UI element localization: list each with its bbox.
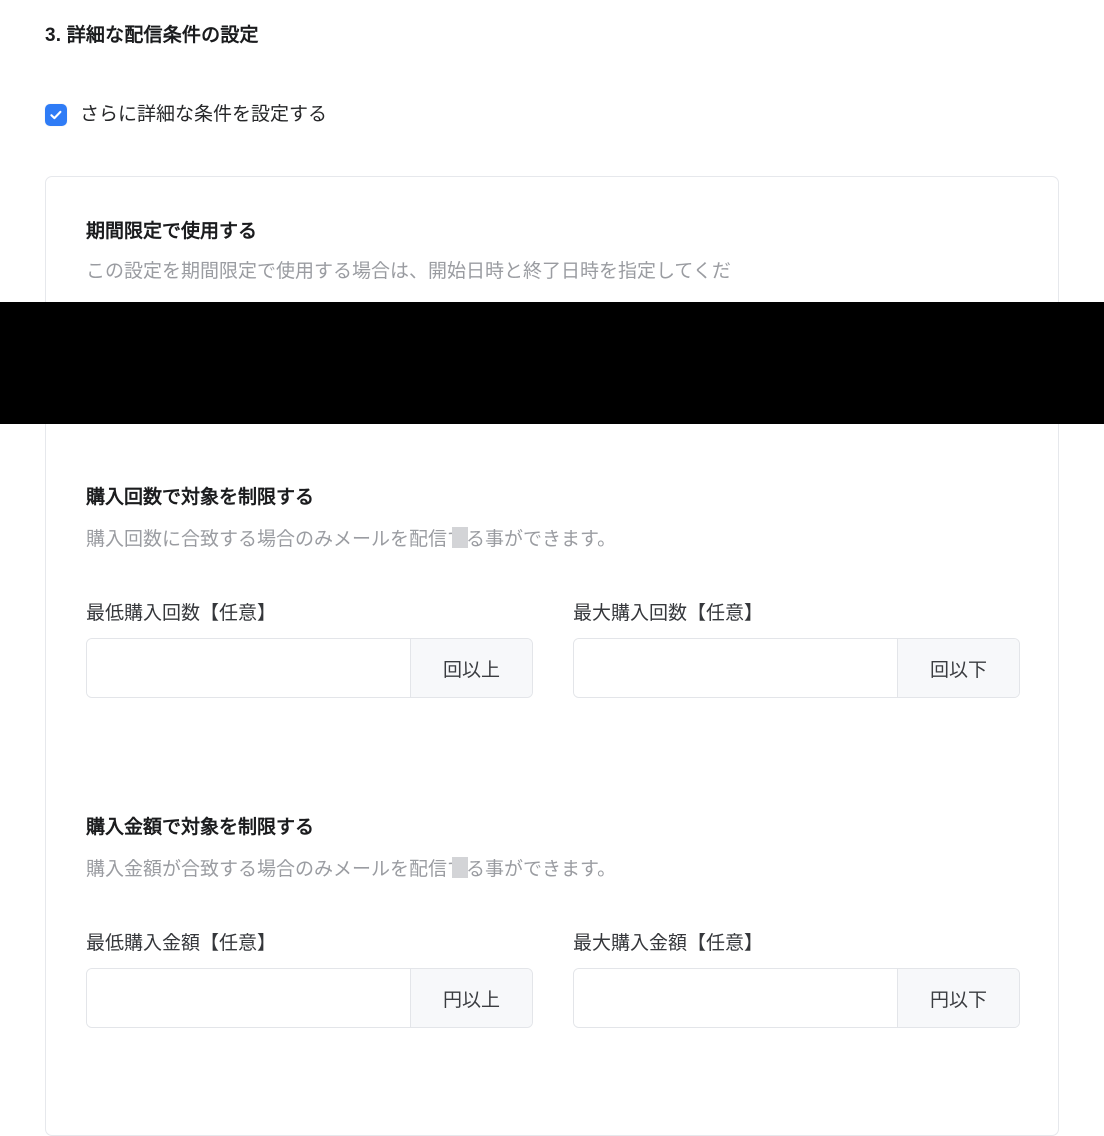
max-purchase-count-input-group[interactable]: 回以下	[573, 638, 1020, 698]
min-purchase-count-field: 最低購入回数【任意】 回以上	[86, 598, 533, 698]
max-purchase-amount-label: 最大購入金額【任意】	[573, 933, 764, 954]
min-purchase-amount-addon: 円以上	[410, 969, 532, 1027]
section-description-period: この設定を期間限定で使用する場合は、開始日時と終了日時を指定してくだ	[86, 261, 731, 282]
min-purchase-amount-input-group[interactable]: 円以上	[86, 968, 533, 1028]
section-title-period: 期間限定で使用する	[86, 221, 258, 242]
screenshot-occlusion-band	[0, 302, 1104, 424]
max-purchase-count-input[interactable]	[574, 639, 897, 697]
max-purchase-count-label: 最大購入回数【任意】	[573, 603, 764, 624]
render-artifact-glyph-count	[452, 527, 468, 548]
max-purchase-amount-input[interactable]	[574, 969, 897, 1027]
section-title-purchase-count: 購入回数で対象を制限する	[86, 487, 315, 508]
min-purchase-count-input[interactable]	[87, 639, 410, 697]
max-purchase-count-addon: 回以下	[897, 639, 1019, 697]
purchase-count-field-row: 最低購入回数【任意】 回以上 最大購入回数【任意】 回以下	[86, 598, 1058, 698]
max-purchase-count-field: 最大購入回数【任意】 回以下	[573, 598, 1020, 698]
page-title: 3. 詳細な配信条件の設定	[45, 25, 259, 46]
min-purchase-count-addon: 回以上	[410, 639, 532, 697]
max-purchase-amount-addon: 円以下	[897, 969, 1019, 1027]
check-icon	[49, 108, 63, 122]
min-purchase-count-label: 最低購入回数【任意】	[86, 603, 277, 624]
purchase-amount-field-row: 最低購入金額【任意】 円以上 最大購入金額【任意】 円以下	[86, 928, 1058, 1028]
max-purchase-amount-field: 最大購入金額【任意】 円以下	[573, 928, 1020, 1028]
min-purchase-amount-input[interactable]	[87, 969, 410, 1027]
page-root: 3. 詳細な配信条件の設定 さらに詳細な条件を設定する 期間限定で使用する この…	[0, 0, 1104, 1136]
min-purchase-amount-field: 最低購入金額【任意】 円以上	[86, 928, 533, 1028]
max-purchase-amount-input-group[interactable]: 円以下	[573, 968, 1020, 1028]
min-purchase-amount-label: 最低購入金額【任意】	[86, 933, 277, 954]
section-description-purchase-amount: 購入金額が合致する場合のみメールを配信する事ができます。	[86, 859, 617, 880]
advanced-conditions-checkbox[interactable]	[45, 104, 67, 126]
section-title-purchase-amount: 購入金額で対象を制限する	[86, 817, 315, 838]
advanced-conditions-toggle[interactable]: さらに詳細な条件を設定する	[45, 104, 327, 126]
advanced-conditions-label: さらに詳細な条件を設定する	[80, 104, 328, 125]
render-artifact-glyph-amount	[452, 857, 468, 878]
min-purchase-count-input-group[interactable]: 回以上	[86, 638, 533, 698]
section-description-purchase-count: 購入回数に合致する場合のみメールを配信する事ができます。	[86, 529, 617, 550]
